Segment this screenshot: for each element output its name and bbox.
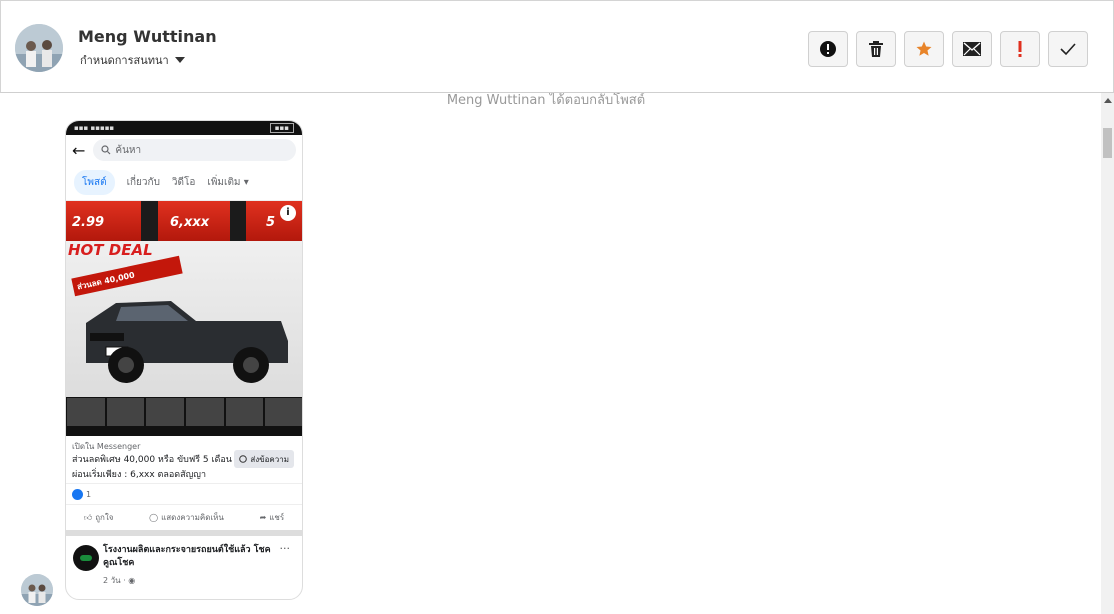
delete-button[interactable]: [856, 31, 896, 67]
scrollbar-thumb[interactable]: [1103, 128, 1112, 158]
page-name: โรงงานผลิตและกระจายรถยนต์ใช้แล้ว โชคคูณโ…: [103, 545, 271, 568]
sender-avatar: [21, 574, 53, 606]
comment-action: ◯ แสดงความคิดเห็น: [149, 511, 224, 524]
search-placeholder: ค้นหา: [115, 144, 142, 156]
check-icon: [1060, 43, 1076, 56]
pickup-truck-image: [86, 301, 288, 383]
conversation-header: Meng Wuttinan กำหนดการสนทนา: [0, 0, 1114, 93]
assign-label: กำหนดการสนทนา: [80, 54, 169, 67]
globe-icon: ◉: [128, 576, 136, 585]
hot-deal-label: HOT DEAL: [68, 241, 153, 259]
contact-name: Meng Wuttinan: [78, 27, 217, 46]
contact-avatar[interactable]: [15, 24, 63, 72]
tab-videos: วิดีโอ: [171, 177, 196, 188]
info-icon: i: [280, 205, 296, 221]
star-icon: [916, 41, 932, 56]
scroll-up-arrow-icon[interactable]: [1104, 98, 1112, 103]
fb-search-row: ← ค้นหา: [66, 135, 302, 165]
comment-label: แสดงความคิดเห็น: [161, 513, 224, 522]
done-button[interactable]: [1048, 31, 1088, 67]
ad-thumbnail-strip: [66, 397, 302, 427]
comment-icon: ◯: [149, 513, 159, 522]
ad-footer-strip: [66, 427, 302, 436]
important-button[interactable]: [1000, 31, 1040, 67]
more-options-icon: ···: [279, 542, 291, 555]
scrollbar[interactable]: [1101, 93, 1114, 614]
shared-post-screenshot[interactable]: ▪▪▪ ▪▪▪▪▪ ▪▪▪ ← ค้นหา โพสต์ เกี่ยวกับ วิ…: [65, 120, 303, 600]
conversation-pane: Meng Wuttinan ได้ตอบกลับโพสต์ ▪▪▪ ▪▪▪▪▪ …: [0, 93, 1101, 614]
ad-image: 2.99 6,xxx 5 HOT DEAL ส่วนลด 40,000 i: [66, 201, 302, 436]
like-action: 👍︎ ถูกใจ: [84, 511, 114, 524]
post-time-label: 2 วัน ·: [103, 576, 126, 585]
send-message-label: ส่งข้อความ: [250, 454, 289, 464]
tab-posts: โพสต์: [74, 170, 115, 195]
tab-about: เกี่ยวกับ: [126, 177, 160, 188]
fb-search-box: ค้นหา: [93, 139, 296, 161]
share-label: แชร์: [269, 513, 285, 522]
caret-down-icon: [174, 57, 185, 63]
status-right: ▪▪▪: [269, 123, 294, 133]
like-label: ถูกใจ: [95, 513, 114, 522]
assign-conversation-dropdown[interactable]: กำหนดการสนทนา: [80, 51, 185, 69]
ad-rate: 2.99: [72, 215, 105, 230]
search-icon: [101, 145, 111, 155]
cta-headline: ส่วนลดพิเศษ 40,000 หรือ ขับฟรี 5 เดือน ผ…: [72, 455, 232, 480]
post-time: 2 วัน · ◉: [103, 574, 135, 587]
mail-button[interactable]: [952, 31, 992, 67]
alert-circle-icon: [820, 41, 836, 57]
share-icon: ➦: [259, 513, 267, 522]
event-text: Meng Wuttinan ได้ตอบกลับโพสต์: [446, 93, 646, 108]
envelope-icon: [963, 42, 981, 56]
fb-page-tabs: โพสต์ เกี่ยวกับ วิดีโอ เพิ่มเติม ▾: [66, 165, 302, 201]
like-reaction-icon: [72, 488, 83, 500]
messenger-icon: [239, 455, 248, 463]
send-message-button: ส่งข้อความ: [234, 450, 294, 468]
reaction-count: 1: [86, 489, 92, 499]
share-action: ➦ แชร์: [260, 511, 285, 524]
exclamation-icon: [1018, 41, 1022, 57]
next-post-header: โรงงานผลิตและกระจายรถยนต์ใช้แล้ว โชคคูณโ…: [66, 536, 302, 596]
ad-cta-section: เปิดใน Messenger ส่วนลดพิเศษ 40,000 หรือ…: [66, 436, 302, 484]
status-left: ▪▪▪ ▪▪▪▪▪: [74, 124, 115, 132]
thumbs-up-icon: 👍︎: [83, 512, 93, 522]
page-avatar: [73, 545, 99, 571]
report-button[interactable]: [808, 31, 848, 67]
star-button[interactable]: [904, 31, 944, 67]
ad-months: 5: [266, 215, 276, 230]
action-toolbar: [808, 31, 1088, 67]
reaction-summary: 1: [66, 484, 302, 504]
ad-installment: 6,xxx: [170, 215, 210, 230]
trash-icon: [869, 41, 883, 57]
tab-more: เพิ่มเติม ▾: [207, 177, 249, 188]
post-action-bar: 👍︎ ถูกใจ ◯ แสดงความคิดเห็น ➦ แชร์: [66, 504, 302, 530]
phone-status-bar: ▪▪▪ ▪▪▪▪▪ ▪▪▪: [66, 121, 302, 135]
back-arrow-icon: ←: [72, 140, 86, 160]
tab-more-label: เพิ่มเติม: [207, 177, 241, 188]
